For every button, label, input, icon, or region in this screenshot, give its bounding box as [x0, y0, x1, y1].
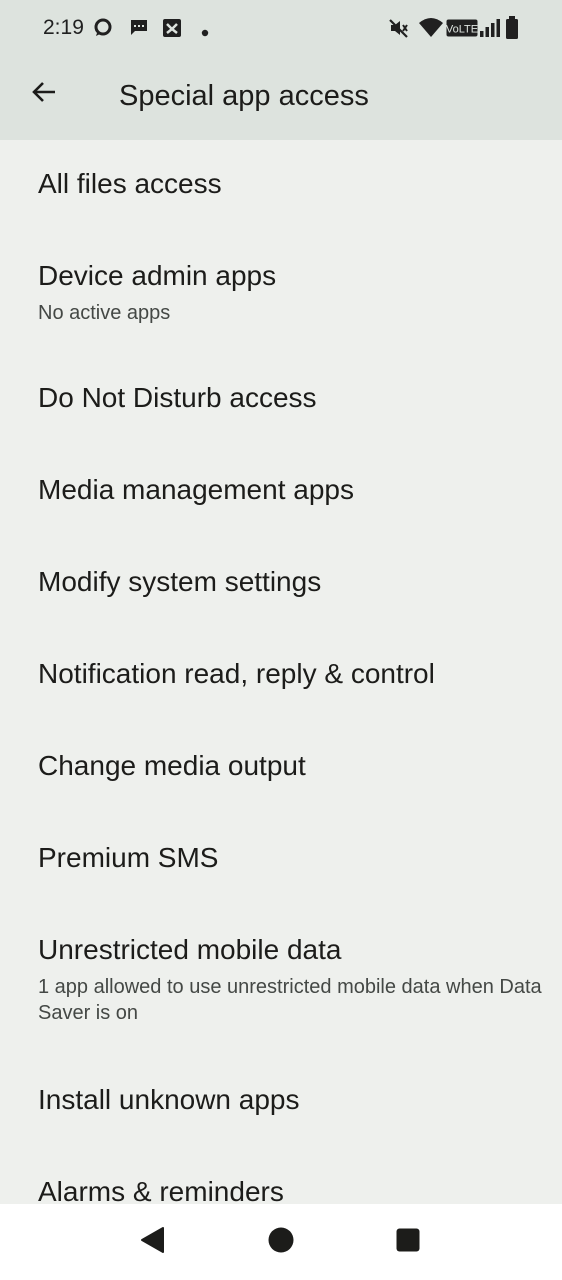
svg-text:VoLTE: VoLTE — [446, 24, 478, 36]
item-title: Install unknown apps — [38, 1084, 300, 1115]
nav-home-icon — [267, 1226, 295, 1259]
item-title: Do Not Disturb access — [38, 382, 317, 413]
app-bar: Special app access — [0, 56, 562, 140]
list-item-premium-sms[interactable]: Premium SMS — [0, 814, 562, 906]
chat-bubble-icon — [93, 17, 113, 42]
nav-recents-icon — [395, 1227, 421, 1258]
item-title: All files access — [38, 168, 222, 199]
list-item-modify-system-settings[interactable]: Modify system settings — [0, 538, 562, 630]
list-item-change-media-output[interactable]: Change media output — [0, 722, 562, 814]
signal-icon — [480, 19, 502, 42]
nav-back-button[interactable] — [128, 1218, 176, 1266]
list-item-device-admin-apps[interactable]: Device admin apps No active apps — [0, 230, 562, 354]
page-title: Special app access — [119, 80, 369, 112]
item-title: Device admin apps — [38, 260, 277, 291]
status-bar: 2:19 VoLTE — [0, 0, 562, 56]
nav-back-icon — [139, 1226, 165, 1259]
list-item-unrestricted-mobile-data[interactable]: Unrestricted mobile data 1 app allowed t… — [0, 906, 562, 1056]
item-title: Change media output — [38, 750, 306, 781]
back-button[interactable] — [22, 72, 66, 116]
item-summary: No active apps — [38, 302, 171, 324]
item-summary: 1 app allowed to use unrestricted mobile… — [38, 976, 542, 1024]
item-title: Notification read, reply & control — [38, 658, 435, 689]
list-item-media-management-apps[interactable]: Media management apps — [0, 446, 562, 538]
dot-icon — [201, 24, 209, 42]
item-title: Media management apps — [38, 474, 354, 505]
item-title: Unrestricted mobile data — [38, 934, 342, 965]
item-title: Premium SMS — [38, 842, 219, 873]
navigation-bar — [0, 1204, 562, 1280]
mute-icon — [388, 17, 410, 44]
status-time: 2:19 — [43, 16, 84, 39]
wifi-icon — [418, 17, 444, 44]
list-item-do-not-disturb-access[interactable]: Do Not Disturb access — [0, 354, 562, 446]
list-item-all-files-access[interactable]: All files access — [0, 140, 562, 230]
sync-icon — [161, 17, 183, 44]
nav-home-button[interactable] — [257, 1218, 305, 1266]
list-item-notification-read-reply-control[interactable]: Notification read, reply & control — [0, 630, 562, 722]
battery-icon — [505, 16, 519, 45]
screen: 2:19 VoLTE Special app access All files … — [0, 0, 562, 1280]
nav-recents-button[interactable] — [384, 1218, 432, 1266]
arrow-back-icon — [31, 79, 57, 110]
item-title: Modify system settings — [38, 566, 322, 597]
sms-icon — [129, 17, 149, 42]
list-item-install-unknown-apps[interactable]: Install unknown apps — [0, 1056, 562, 1148]
volte-icon: VoLTE — [446, 19, 478, 42]
